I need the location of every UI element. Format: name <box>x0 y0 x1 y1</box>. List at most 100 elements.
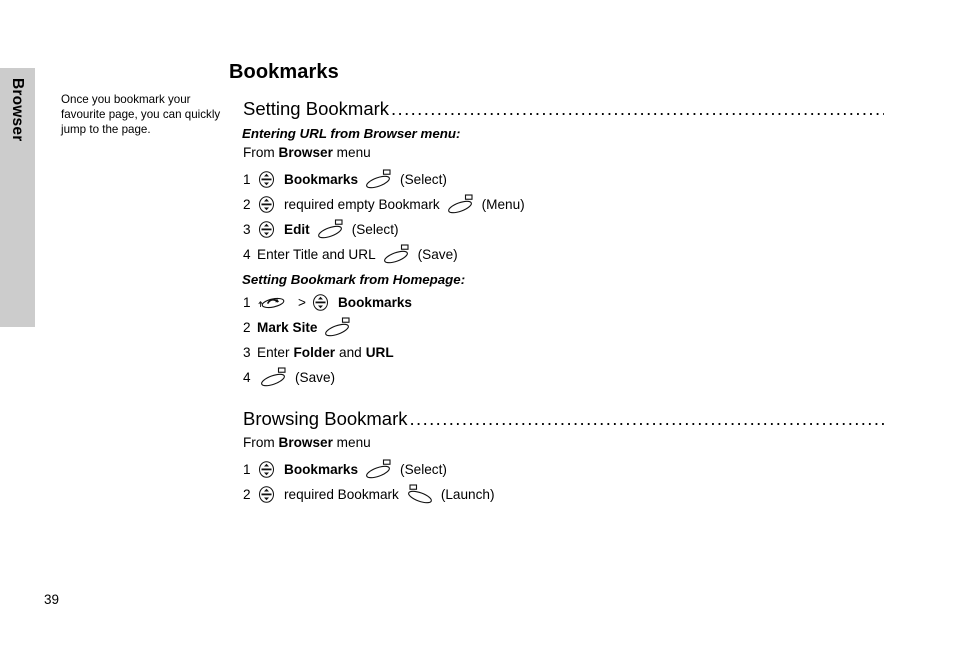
step-text: > <box>298 294 306 310</box>
section-heading: Setting Bookmark........................… <box>229 98 884 120</box>
chapter-side-tab: Browser <box>0 68 35 327</box>
step-list: 1 Bookmarks (Select) 2 required empty Bookma… <box>229 167 884 266</box>
step-content: required empty Bookmark (Menu) <box>257 194 525 214</box>
select-softkey-icon <box>365 169 393 189</box>
step-number: 3 <box>243 221 251 237</box>
step-content: required Bookmark (Launch) <box>257 484 495 504</box>
select-softkey-icon <box>260 367 288 387</box>
step-text: Enter Title and URL <box>257 246 376 262</box>
emphasis-text: Folder <box>293 344 336 360</box>
step-text: (Save) <box>295 369 336 385</box>
step-text: required empty Bookmark <box>284 196 440 212</box>
select-softkey-icon <box>365 459 393 479</box>
emphasis-text: Bookmarks <box>284 461 359 477</box>
step-item: 1 Bookmarks (Select) <box>229 457 884 481</box>
step-text: required Bookmark <box>284 486 399 502</box>
step-text: and <box>339 344 362 360</box>
select-softkey-icon <box>383 244 411 264</box>
emphasis-text: Browser <box>278 435 333 450</box>
step-text: (Select) <box>400 461 447 477</box>
key-icon-token <box>321 317 355 337</box>
left-softkey-back-icon <box>257 294 286 311</box>
step-item: 4 Enter Title and URL (Save) <box>229 242 884 266</box>
step-item: 4 (Save) <box>229 365 884 389</box>
step-content: Mark Site <box>257 317 355 337</box>
key-icon-token <box>380 244 414 264</box>
step-number: 1 <box>243 171 251 187</box>
key-icon-token <box>257 220 280 238</box>
key-icon-token <box>314 219 348 239</box>
step-content: > Bookmarks <box>257 293 412 311</box>
step-text: (Save) <box>417 246 458 262</box>
emphasis-text: Browser <box>278 145 333 160</box>
step-number: 2 <box>243 196 251 212</box>
key-icon-token <box>257 460 280 478</box>
step-content: Bookmarks (Select) <box>257 459 447 479</box>
section-subheading: Setting Bookmark from Homepage: <box>242 272 466 287</box>
step-number: 4 <box>243 246 251 262</box>
key-icon-token <box>403 484 437 504</box>
key-icon-token <box>257 294 289 311</box>
step-text: Enter <box>257 344 290 360</box>
section-heading-text: Setting Bookmark <box>243 98 390 119</box>
step-number: 4 <box>243 369 251 385</box>
section-heading-text: Browsing Bookmark <box>243 408 408 429</box>
step-item: 2 required empty Bookmark (Menu) <box>229 192 884 216</box>
intro-text: From <box>243 435 279 450</box>
step-item: 3 Edit (Select) <box>229 217 884 241</box>
page-number: 39 <box>44 592 60 607</box>
section-intro-line: From Browser menu <box>229 144 884 162</box>
step-text: (Select) <box>400 171 447 187</box>
select-softkey-icon <box>324 317 352 337</box>
step-number: 2 <box>243 319 251 335</box>
key-icon-token <box>257 195 280 213</box>
step-list: 1 Bookmarks (Select) 2 required Bookmark (Lau… <box>229 457 884 506</box>
select-softkey-icon <box>317 219 345 239</box>
step-text: (Menu) <box>481 196 525 212</box>
key-icon-token <box>362 459 396 479</box>
intro-text: menu <box>332 435 371 450</box>
emphasis-text: Bookmarks <box>284 171 359 187</box>
nav-key-icon <box>258 170 275 188</box>
step-content: Bookmarks (Select) <box>257 169 447 189</box>
doc-section: Setting Bookmark........................… <box>229 98 884 389</box>
step-content: (Save) <box>257 367 335 387</box>
key-icon-token <box>257 367 291 387</box>
step-number: 3 <box>243 344 251 360</box>
nav-key-icon <box>258 220 275 238</box>
select-softkey-icon <box>447 194 475 214</box>
step-content: Enter Title and URL (Save) <box>257 244 458 264</box>
sections-container: Setting Bookmark........................… <box>229 98 884 506</box>
section-heading: Browsing Bookmark.......................… <box>229 408 884 430</box>
step-content: Edit (Select) <box>257 219 399 239</box>
key-icon-token <box>257 485 280 503</box>
step-item: 3 Enter Folder and URL <box>229 340 884 364</box>
right-softkey-icon <box>406 484 434 504</box>
step-number: 2 <box>243 486 251 502</box>
intro-text: menu <box>332 145 371 160</box>
step-item: 1 Bookmarks (Select) <box>229 167 884 191</box>
step-item: 2 Mark Site <box>229 315 884 339</box>
emphasis-text: Mark Site <box>257 319 318 335</box>
nav-key-icon <box>258 460 275 478</box>
step-list: 1 > Bookmarks 2 Mark Site 3 Enter Folder and U… <box>229 290 884 389</box>
key-icon-token <box>444 194 478 214</box>
doc-section: Browsing Bookmark.......................… <box>229 390 884 506</box>
section-intro-line: From Browser menu <box>229 434 884 452</box>
margin-note: Once you bookmark your favourite page, y… <box>61 93 221 137</box>
step-number: 1 <box>243 294 251 310</box>
emphasis-text: URL <box>365 344 394 360</box>
intro-text: From <box>243 145 279 160</box>
key-icon-token <box>257 170 280 188</box>
dotted-leader: ........................................… <box>391 98 884 119</box>
chapter-side-tab-label: Browser <box>9 78 27 142</box>
emphasis-text: Edit <box>284 221 310 237</box>
main-content: Bookmarks Setting Bookmark..............… <box>229 60 884 507</box>
key-icon-token <box>362 169 396 189</box>
nav-key-icon <box>258 195 275 213</box>
step-item: 1 > Bookmarks <box>229 290 884 314</box>
step-number: 1 <box>243 461 251 477</box>
step-content: Enter Folder and URL <box>257 344 394 361</box>
emphasis-text: Bookmarks <box>337 294 412 310</box>
